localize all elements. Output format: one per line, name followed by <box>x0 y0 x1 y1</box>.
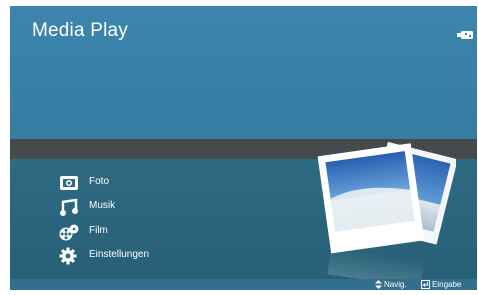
status-bar: Navig. Eingabe <box>10 279 477 290</box>
menu-item-label: Foto <box>89 176 110 187</box>
enter-label: Eingabe <box>432 280 462 289</box>
film-icon <box>59 224 79 241</box>
app-title: Media Play <box>32 20 128 41</box>
menu-item-label: Film <box>89 225 108 236</box>
menu-item-label: Einstellungen <box>89 249 150 260</box>
up-down-arrows-icon <box>375 280 382 289</box>
menu-item-label: Musik <box>89 200 116 211</box>
photo-stack-illustration <box>317 141 456 284</box>
music-icon <box>60 198 78 216</box>
header-panel: Media Play <box>10 6 477 139</box>
settings-icon <box>59 247 77 265</box>
usb-icon <box>457 31 473 39</box>
enter-hint: Eingabe <box>421 279 475 290</box>
photo-icon <box>60 176 78 190</box>
enter-key-icon <box>421 280 430 289</box>
media-player-screen: Media Play Foto Musik Film Einstellungen… <box>10 6 477 290</box>
navigate-hint: Navig. <box>375 279 415 290</box>
navigate-label: Navig. <box>384 280 407 289</box>
